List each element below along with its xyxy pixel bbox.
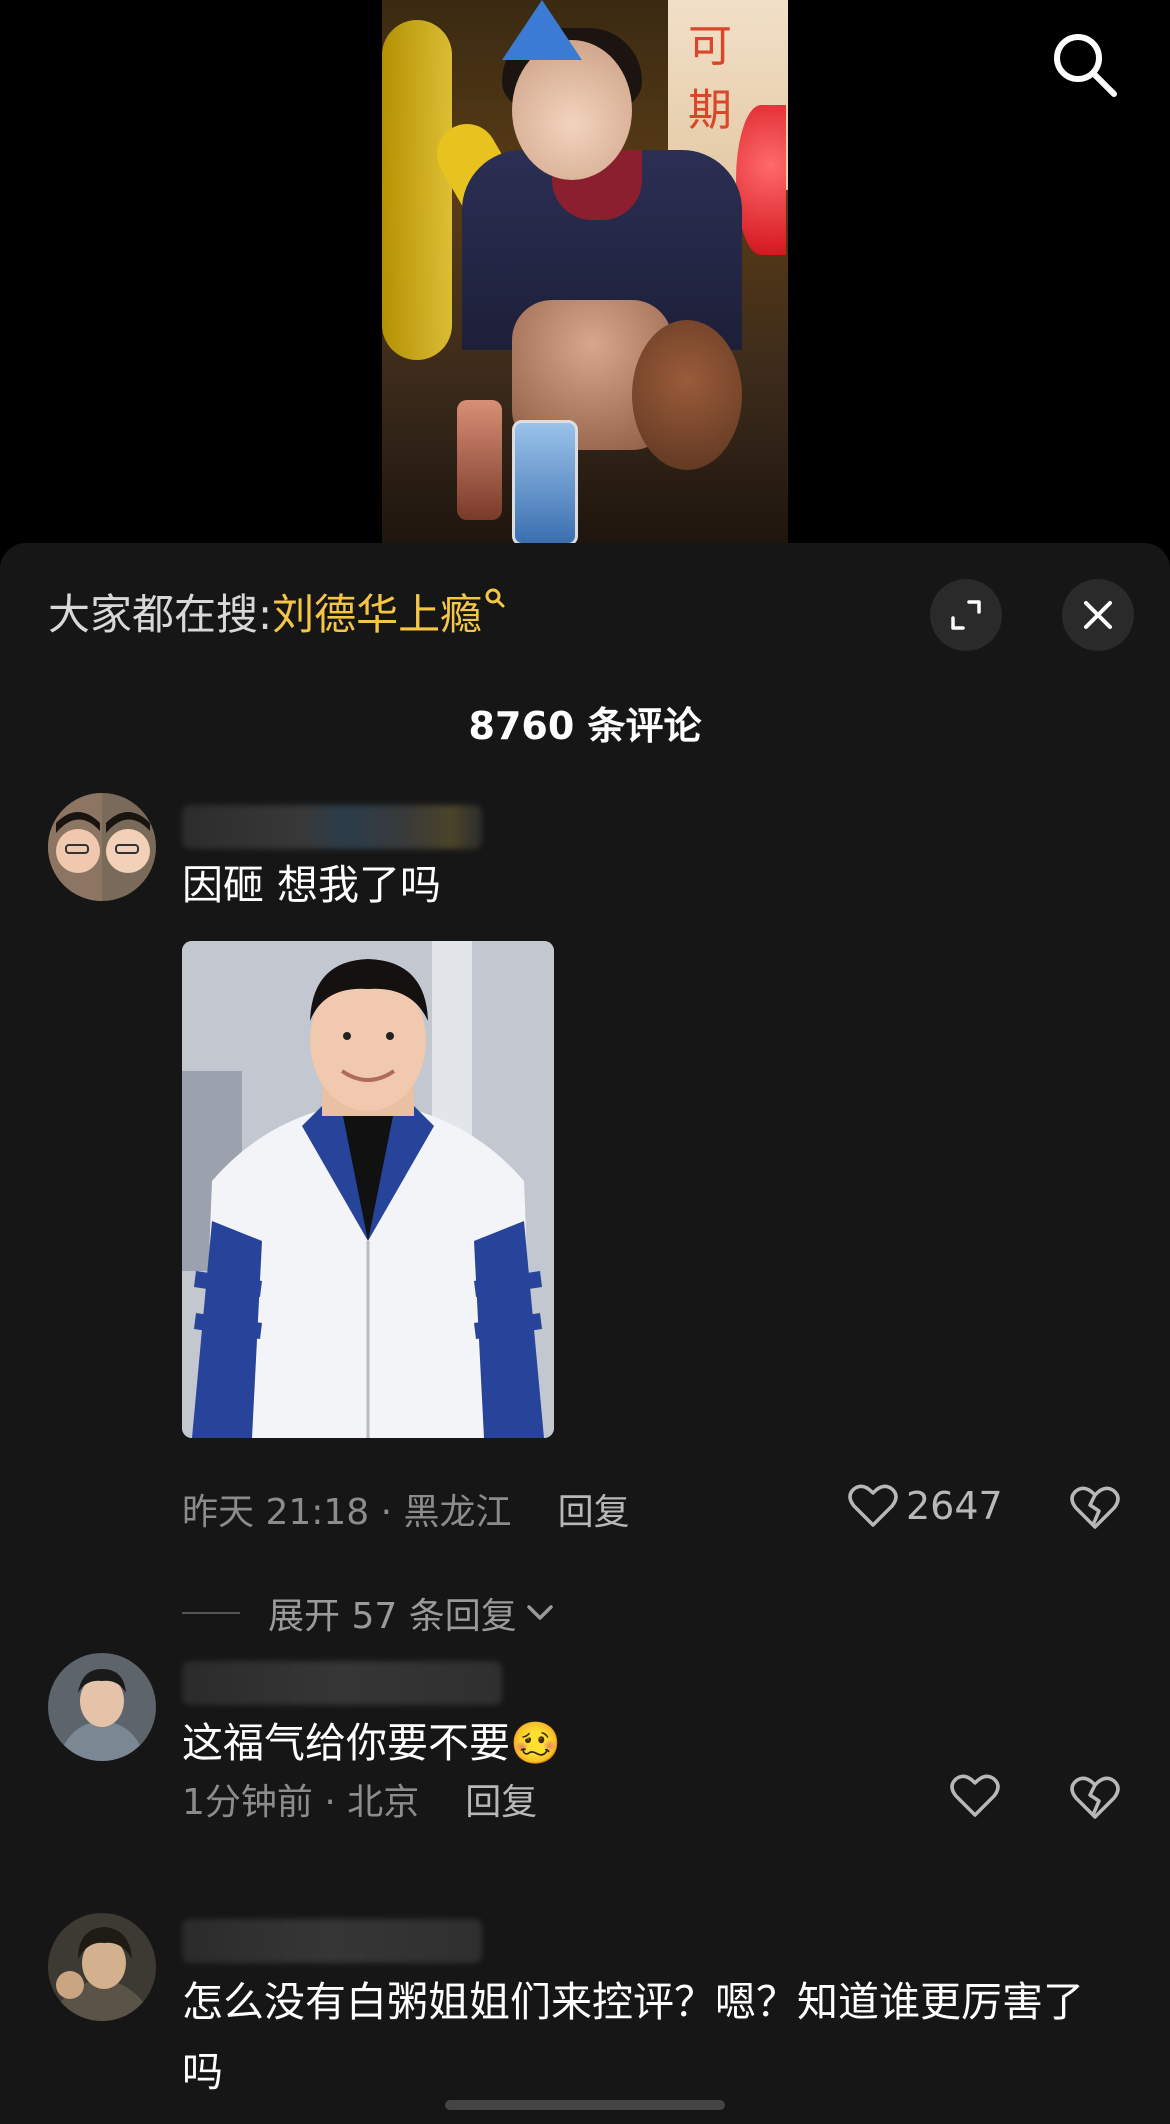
comment-time: 昨天 21:18 — [182, 1492, 370, 1533]
search-icon — [1054, 34, 1117, 97]
expand-replies-button[interactable]: 展开 57 条回复 — [182, 1587, 557, 1639]
avatar-image — [48, 1913, 156, 2021]
heart-icon — [950, 1774, 1000, 1817]
video-frame[interactable]: 可 期 — [382, 0, 788, 545]
trending-keyword[interactable]: 刘德华上瘾 — [272, 590, 482, 639]
expand-icon — [951, 600, 981, 630]
home-indicator — [445, 2100, 725, 2110]
meta-separator: · — [369, 1492, 404, 1533]
search-button[interactable] — [1050, 30, 1120, 100]
red-balloon — [736, 105, 786, 255]
dislike-button[interactable] — [1070, 1775, 1120, 1825]
diffuser-vase — [457, 400, 502, 520]
like-count: 2647 — [906, 1484, 1003, 1528]
close-icon — [1084, 601, 1112, 629]
comment-image[interactable] — [182, 941, 554, 1438]
comment-text-content: 这福气给你要不要 — [182, 1719, 510, 1767]
expand-replies-label: 展开 57 条回复 — [268, 1596, 517, 1637]
meta-separator: · — [312, 1782, 348, 1823]
balloon-decoration — [382, 20, 452, 360]
broken-heart-icon — [1070, 1776, 1120, 1819]
search-small-icon — [485, 588, 505, 608]
sheet-header: 大家都在搜:刘德华上瘾 — [0, 543, 1170, 693]
party-hat — [502, 0, 582, 60]
comment-meta: 昨天 21:18 · 黑龙江 回复 — [182, 1483, 630, 1535]
comment-time: 1分钟前 — [182, 1782, 313, 1823]
dislike-button[interactable] — [1070, 1485, 1120, 1535]
phone-prop — [512, 420, 578, 545]
woozy-emoji: 🥴 — [510, 1719, 562, 1767]
trending-prefix: 大家都在搜: — [48, 590, 273, 639]
username-blurred[interactable] — [182, 805, 482, 849]
username-blurred[interactable] — [182, 1661, 502, 1705]
reply-button[interactable]: 回复 — [465, 1782, 537, 1823]
avatar[interactable] — [48, 1913, 156, 2021]
teddy-bear — [632, 320, 742, 470]
heart-icon — [848, 1484, 898, 1527]
trending-search[interactable]: 大家都在搜:刘德华上瘾 — [48, 585, 506, 645]
username-blurred[interactable] — [182, 1919, 482, 1963]
video-player[interactable]: 可 期 — [0, 0, 1170, 560]
comment-location: 黑龙江 — [403, 1492, 512, 1533]
divider-line — [182, 1612, 240, 1614]
comment-text: 这福气给你要不要🥴 — [182, 1708, 561, 1778]
like-button[interactable] — [950, 1773, 1008, 1819]
avatar[interactable] — [48, 793, 156, 901]
person-head — [512, 40, 632, 180]
broken-heart-icon — [1070, 1486, 1120, 1529]
like-button[interactable]: 2647 — [848, 1483, 1003, 1529]
comment-count: 8760 条评论 — [468, 704, 702, 748]
avatar[interactable] — [48, 1653, 156, 1761]
comment-location: 北京 — [347, 1782, 420, 1823]
avatar-image — [48, 1653, 156, 1761]
comment-sheet: 大家都在搜:刘德华上瘾 8760 条评论 因砸 想我了吗 昨天 21:18 · … — [0, 543, 1170, 2124]
close-button[interactable] — [1062, 579, 1134, 651]
chevron-down-icon — [526, 1605, 553, 1620]
reply-button[interactable]: 回复 — [558, 1492, 630, 1533]
comment-text: 怎么没有白粥姐姐们来控评？嗯？知道谁更厉害了吗 — [182, 1978, 1084, 2096]
expand-button[interactable] — [930, 579, 1002, 651]
avatar-image — [48, 793, 156, 901]
photo-student-uniform — [182, 941, 554, 1438]
comment-meta: 1分钟前 · 北京 回复 — [182, 1773, 537, 1825]
comment-text: 因砸 想我了吗 — [182, 861, 442, 909]
